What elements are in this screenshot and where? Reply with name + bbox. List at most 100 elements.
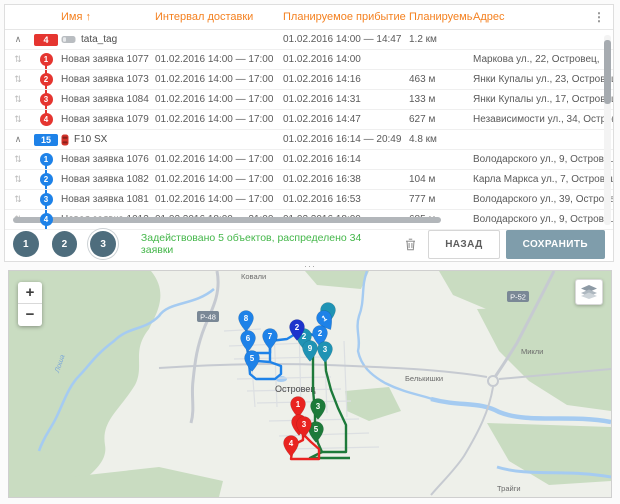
column-name[interactable]: Имя ↑ <box>61 11 155 23</box>
svg-text:2: 2 <box>318 329 323 338</box>
stop-number: 1 <box>40 53 53 66</box>
step-1-button[interactable]: 1 <box>13 231 39 257</box>
drag-handle-icon[interactable]: ⇅ <box>5 74 31 85</box>
order-name: Новая заявка 1081 <box>61 194 155 205</box>
svg-text:Белькишки: Белькишки <box>405 374 443 383</box>
svg-text:Трайги: Трайги <box>497 484 521 493</box>
collapse-icon[interactable]: ∧ <box>5 34 31 45</box>
column-address[interactable]: Адрес <box>473 11 613 23</box>
order-mileage: 463 м <box>409 74 473 85</box>
zoom-controls: + − <box>18 282 42 326</box>
order-interval: 01.02.2016 14:00 — 17:00 <box>155 94 283 105</box>
stop-number: 4 <box>40 113 53 126</box>
stop-number: 3 <box>40 93 53 106</box>
order-mileage: 133 м <box>409 94 473 105</box>
step-2-button[interactable]: 2 <box>52 231 78 257</box>
order-row[interactable]: ⇅ 3 Новая заявка 1084 01.02.2016 14:00 —… <box>5 90 613 110</box>
order-row[interactable]: ⇅ 1 Новая заявка 1077 01.02.2016 14:00 —… <box>5 50 613 70</box>
order-address: Независимости ул., 34, Островец <box>473 114 613 125</box>
svg-text:6: 6 <box>246 334 251 343</box>
vehicle-name: F10 SX <box>61 134 155 146</box>
svg-text:2: 2 <box>295 323 300 332</box>
order-address: Карла Маркса ул., 7, Островец <box>473 174 613 185</box>
column-mileage[interactable]: Планируемый про... <box>409 11 473 23</box>
horizontal-scrollbar[interactable] <box>13 217 441 223</box>
order-address: Володарского ул., 9, Островец <box>473 214 613 225</box>
zoom-in-button[interactable]: + <box>18 282 42 304</box>
table-footer: 1 2 3 Задействовано 5 объектов, распреде… <box>5 227 613 261</box>
order-arrival: 01.02.2016 14:00 <box>283 54 409 65</box>
group-arrival: 01.02.2016 16:14 — 20:49 <box>283 134 409 145</box>
drag-handle-icon[interactable]: ⇅ <box>5 54 31 65</box>
svg-text:Микли: Микли <box>521 347 543 356</box>
table-header: Имя ↑ Интервал доставки Планируемое приб… <box>5 5 613 30</box>
van-icon <box>61 35 76 44</box>
drag-handle-icon[interactable]: ⇅ <box>5 174 31 185</box>
svg-text:7: 7 <box>268 332 273 341</box>
drag-handle-icon[interactable]: ⇅ <box>5 114 31 125</box>
back-button[interactable]: НАЗАД <box>428 230 499 259</box>
order-arrival: 01.02.2016 16:14 <box>283 154 409 165</box>
order-row[interactable]: ⇅ 1 Новая заявка 1076 01.02.2016 14:00 —… <box>5 150 613 170</box>
layers-icon <box>581 285 597 299</box>
order-mileage: 777 м <box>409 194 473 205</box>
order-interval: 01.02.2016 14:00 — 17:00 <box>155 174 283 185</box>
svg-text:3: 3 <box>323 345 328 354</box>
drag-handle-icon[interactable]: ⇅ <box>5 94 31 105</box>
order-interval: 01.02.2016 14:00 — 17:00 <box>155 114 283 125</box>
vehicle-group-row[interactable]: ∧ 4 tata_tag 01.02.2016 14:00 — 14:47 1.… <box>5 30 613 50</box>
step-3-button[interactable]: 3 <box>90 231 116 257</box>
drag-handle-icon[interactable]: ⇅ <box>5 154 31 165</box>
order-name: Новая заявка 1077 <box>61 54 155 65</box>
map-canvas[interactable]: Р-48 Р-52 Ковали Островец Микли Белькишк… <box>9 271 611 497</box>
column-arrival[interactable]: Планируемое прибытие <box>283 11 409 23</box>
vertical-scrollbar-thumb[interactable] <box>604 40 611 104</box>
order-name: Новая заявка 1073 <box>61 74 155 85</box>
group-arrival: 01.02.2016 14:00 — 14:47 <box>283 34 409 45</box>
order-address: Володарского ул., 39, Островец <box>473 194 613 205</box>
order-mileage: 627 м <box>409 114 473 125</box>
vehicle-group-row[interactable]: ∧ 15 F10 SX 01.02.2016 16:14 — 20:49 4.8… <box>5 130 613 150</box>
stop-number: 4 <box>40 213 53 226</box>
column-interval[interactable]: Интервал доставки <box>155 11 283 23</box>
svg-text:Островец: Островец <box>275 384 315 394</box>
order-address: Янки Купалы ул., 17, Островец <box>473 94 613 105</box>
sort-asc-icon[interactable]: ↑ <box>86 11 92 23</box>
order-row[interactable]: ⇅ 2 Новая заявка 1073 01.02.2016 14:00 —… <box>5 70 613 90</box>
order-arrival: 01.02.2016 16:38 <box>283 174 409 185</box>
svg-text:1: 1 <box>296 400 301 409</box>
svg-text:4: 4 <box>289 439 294 448</box>
trash-icon[interactable] <box>405 238 416 251</box>
collapse-icon[interactable]: ∧ <box>5 134 31 145</box>
svg-text:8: 8 <box>244 314 249 323</box>
order-row[interactable]: ⇅ 4 Новая заявка 1079 01.02.2016 14:00 —… <box>5 110 613 130</box>
vertical-scrollbar[interactable] <box>604 35 611 225</box>
order-count-badge: 4 <box>34 34 58 46</box>
zoom-out-button[interactable]: − <box>18 304 42 326</box>
order-mileage: 104 м <box>409 174 473 185</box>
svg-text:5: 5 <box>250 354 255 363</box>
svg-text:Ковали: Ковали <box>241 272 266 281</box>
stop-number: 3 <box>40 193 53 206</box>
distribution-summary: Задействовано 5 объектов, распределено 3… <box>141 232 393 256</box>
panel-resize-handle[interactable]: ··· <box>0 262 620 270</box>
order-name: Новая заявка 1082 <box>61 174 155 185</box>
map[interactable]: Р-48 Р-52 Ковали Островец Микли Белькишк… <box>8 270 612 498</box>
svg-text:5: 5 <box>314 425 319 434</box>
orders-table: Имя ↑ Интервал доставки Планируемое приб… <box>4 4 614 262</box>
order-row[interactable]: ⇅ 2 Новая заявка 1082 01.02.2016 14:00 —… <box>5 170 613 190</box>
order-address: Маркова ул., 22, Островец, <box>473 54 613 65</box>
stop-number: 2 <box>40 173 53 186</box>
order-name: Новая заявка 1076 <box>61 154 155 165</box>
svg-text:9: 9 <box>308 344 313 353</box>
drag-handle-icon[interactable]: ⇅ <box>5 194 31 205</box>
save-button[interactable]: СОХРАНИТЬ <box>506 230 605 259</box>
order-row[interactable]: ⇅ 3 Новая заявка 1081 01.02.2016 14:00 —… <box>5 190 613 210</box>
order-arrival: 01.02.2016 14:47 <box>283 114 409 125</box>
order-address: Янки Купалы ул., 23, Островец <box>473 74 613 85</box>
order-address: Володарского ул., 9, Островец <box>473 154 613 165</box>
table-menu-icon[interactable]: ⋮ <box>593 11 605 23</box>
layers-button[interactable] <box>575 279 603 305</box>
group-mileage: 1.2 км <box>409 34 473 45</box>
order-interval: 01.02.2016 14:00 — 17:00 <box>155 74 283 85</box>
